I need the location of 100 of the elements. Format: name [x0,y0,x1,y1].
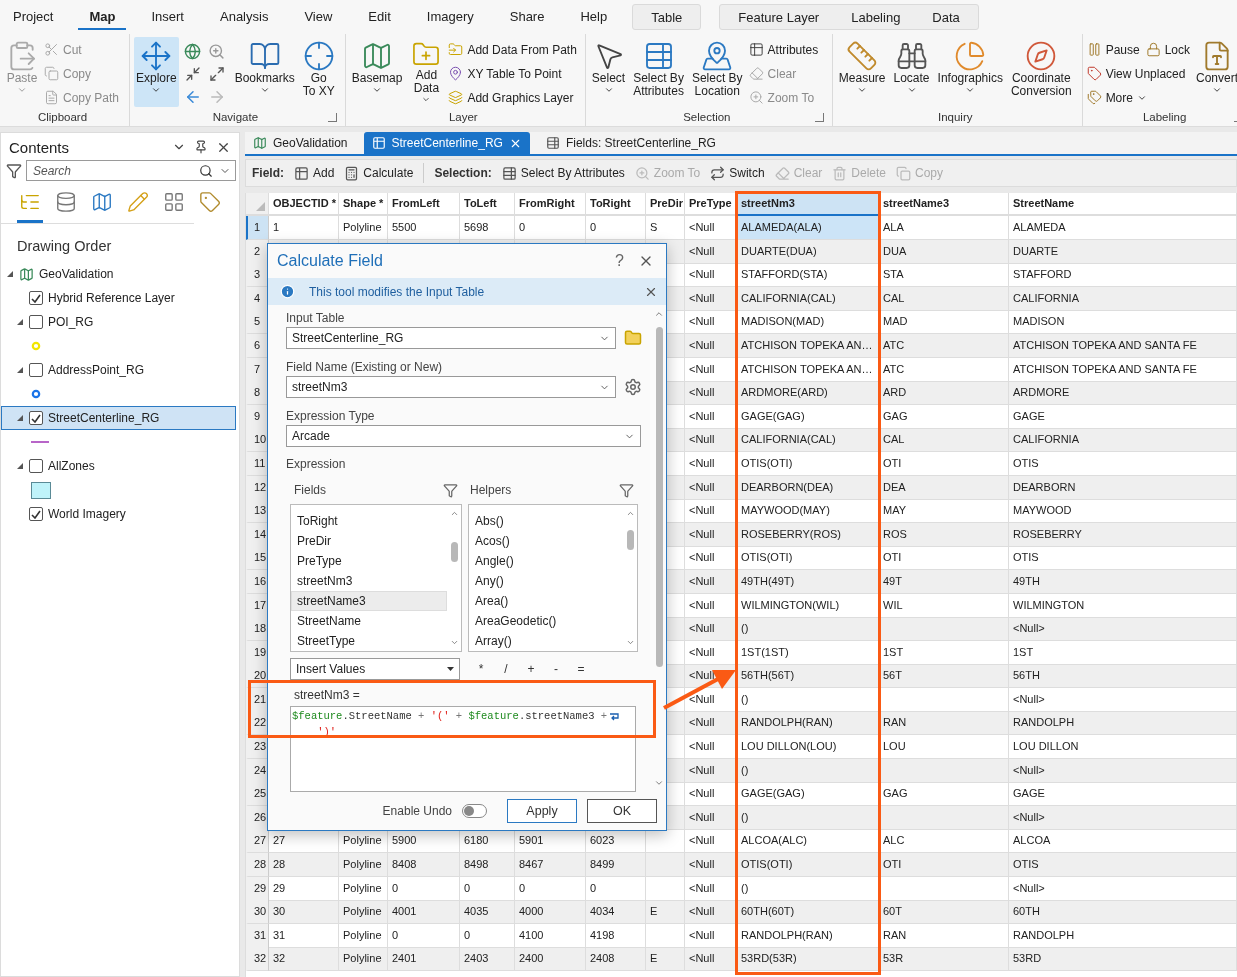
ribbon-tab[interactable]: Help [569,4,619,30]
column-header[interactable]: FromRight [515,193,586,216]
scroll-up-icon[interactable] [654,309,664,319]
scroll-down-icon[interactable] [625,638,635,647]
launcher-icon[interactable] [814,112,824,122]
search-input[interactable]: Search [31,162,193,179]
list-item[interactable]: PreType [291,551,447,571]
checkbox[interactable] [29,507,43,521]
row-header[interactable]: 29 [246,876,269,901]
dialog-button[interactable]: OK [587,799,657,823]
ribbon-tab[interactable]: Imagery [415,4,485,30]
row-header[interactable]: 3 [246,263,269,288]
ribbon-button[interactable]: Go To XY [300,37,337,107]
scroll-down-icon[interactable] [449,638,459,647]
map-item[interactable]: GeoValidation [1,262,236,286]
expanded-triangle-icon[interactable] [17,367,23,373]
document-tab[interactable]: GeoValidation [245,132,356,154]
column-header[interactable]: Shape * [339,193,388,216]
filter-icon[interactable] [443,482,458,498]
ribbon-button[interactable]: Coordinate Conversion [1008,37,1074,107]
dropdown-field[interactable]: StreetCenterline_RG [286,327,616,349]
search-icon[interactable] [199,163,213,178]
list-item[interactable]: Area() [469,591,623,611]
expanded-triangle-icon[interactable] [17,463,23,469]
scroll-thumb[interactable] [655,327,663,667]
layer-item[interactable]: Hybrid Reference Layer [1,286,236,310]
ribbon-button[interactable]: Select [589,37,628,107]
dropdown-field[interactable]: Arcade [286,425,641,447]
ribbon-button[interactable]: Attributes [748,39,819,60]
ribbon-tab[interactable]: Insert [140,4,195,30]
row-header[interactable]: 10 [246,428,269,453]
row-header[interactable]: 31 [246,923,269,948]
filter-icon[interactable] [6,162,22,179]
row-header[interactable]: 32 [246,947,269,972]
list-item[interactable]: Any() [469,571,623,591]
column-header[interactable]: FromLeft [388,193,460,216]
ribbon-tab[interactable]: View [293,4,344,30]
scroll-thumb[interactable] [626,530,634,550]
row-header[interactable]: 5 [246,310,269,335]
ribbon-button[interactable]: View Unplaced [1086,63,1186,84]
ribbon-tab[interactable]: Labeling [839,7,913,27]
ribbon-button[interactable]: Select By Location [689,37,745,107]
ribbon-button[interactable]: Bookmarks [232,37,297,107]
ribbon-tab[interactable]: Share [498,4,556,30]
row-header[interactable]: 1 [246,216,269,240]
ribbon-button[interactable]: Select By Attributes [631,37,686,107]
operator-button[interactable]: = [577,662,585,676]
insert-values-dropdown[interactable]: Insert Values [290,658,460,680]
column-header[interactable]: ToLeft [460,193,515,216]
dialog-button[interactable]: Apply [507,799,577,823]
list-item[interactable]: streetNm3 [291,571,447,591]
checkbox[interactable] [29,315,43,329]
list-item[interactable]: streetName3 [291,591,447,611]
row-header[interactable]: 18 [246,617,269,642]
checkbox[interactable] [29,459,43,473]
shrink-icon[interactable] [184,66,201,82]
checkbox[interactable] [29,363,43,377]
expand-icon[interactable] [208,66,225,82]
toolbar-button[interactable]: Add [294,165,335,181]
ribbon-tab[interactable]: Map [78,4,127,30]
toolbar-button[interactable]: Select By Attributes [501,165,625,181]
operator-button[interactable]: / [502,662,510,676]
ribbon-button[interactable]: Locate [891,37,932,107]
scroll-down-icon[interactable] [654,778,664,788]
checkbox[interactable] [29,411,43,425]
ribbon-tab[interactable]: Analysis [209,4,280,30]
ribbon-button[interactable]: Explore [134,37,179,107]
column-header[interactable]: PreType [685,193,737,216]
operator-button[interactable]: + [527,662,535,676]
column-header[interactable]: ToRight [586,193,646,216]
ribbon-button[interactable]: XY Table To Point [448,63,562,84]
layer-item[interactable]: POI_RG [1,310,236,334]
globe-icon[interactable] [184,42,202,60]
list-item[interactable]: Abs() [469,511,623,531]
zoom-icon[interactable] [208,42,226,60]
launcher-icon[interactable] [327,112,337,122]
ribbon-button[interactable]: Pause [1086,39,1140,60]
list-item[interactable]: StreetName [291,611,447,631]
ribbon-tab[interactable]: Table [639,7,695,27]
document-tab[interactable]: StreetCenterline_RG [363,132,530,154]
ribbon-tab[interactable]: Project [2,4,65,30]
document-tab[interactable]: Fields: StreetCenterline_RG [537,132,724,154]
column-header[interactable]: streetName3 [879,193,1009,216]
operator-button[interactable]: * [477,662,485,676]
ribbon-button[interactable]: Convert [1194,37,1237,107]
close-icon[interactable] [216,140,231,155]
list-item[interactable]: AreaGeodetic() [469,611,623,631]
layer-item[interactable]: World Imagery [1,502,236,526]
ribbon-button[interactable]: Basemap [349,37,405,107]
list-item[interactable]: Array() [469,631,623,651]
scroll-up-icon[interactable] [449,509,459,518]
column-header[interactable]: streetNm3 [737,193,879,216]
scroll-thumb[interactable] [450,542,458,562]
ribbon-button[interactable]: Lock [1145,39,1190,60]
list-item[interactable]: StreetType [291,631,447,651]
row-header[interactable]: 27 [246,829,269,854]
list-item[interactable]: ToRight [291,511,447,531]
row-header[interactable]: 15 [246,546,269,571]
ribbon-tab[interactable]: Feature Layer [726,7,832,27]
layer-item[interactable]: AllZones [1,454,236,478]
